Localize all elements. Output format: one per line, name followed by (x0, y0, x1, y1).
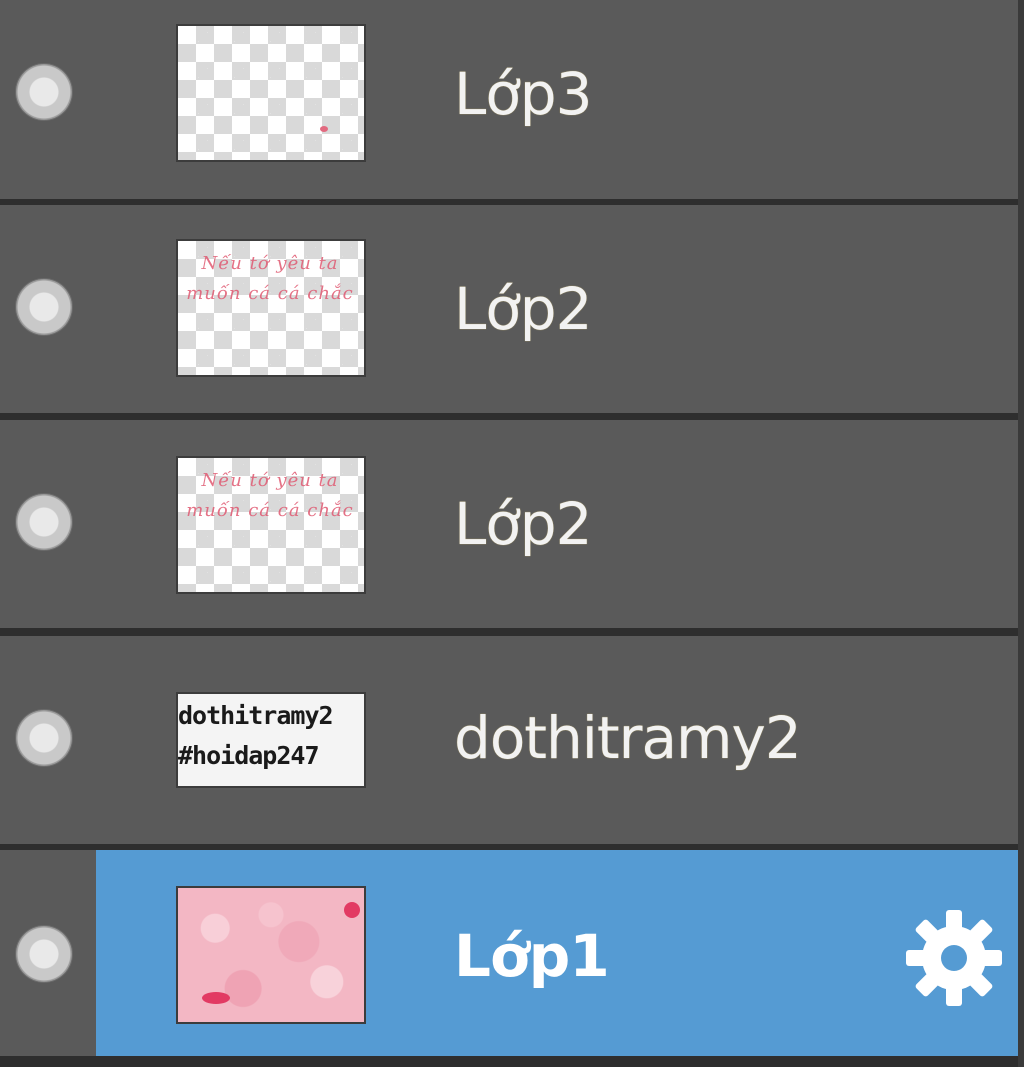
layer-visibility-toggle[interactable] (16, 494, 72, 550)
layer-visibility-toggle[interactable] (16, 279, 72, 335)
layer-thumbnail[interactable]: Nếu tớ yêu ta muốn cá cá chắc (176, 239, 366, 377)
layer-name[interactable]: Lớp3 (454, 60, 593, 128)
layer-name[interactable]: Lớp2 (454, 490, 593, 558)
layer-name[interactable]: Lớp2 (454, 275, 593, 343)
layer-thumbnail[interactable]: dothitramy2 #hoidap247 (176, 692, 366, 788)
thumbnail-handwriting: Nếu tớ yêu ta muốn cá cá chắc (186, 253, 354, 304)
layer-visibility-toggle[interactable] (16, 64, 72, 120)
layers-panel: Lớp3 Nếu tớ yêu ta muốn cá cá chắc Lớp2 … (0, 0, 1024, 1067)
layer-row-lop2[interactable]: Nếu tớ yêu ta muốn cá cá chắc Lớp2 (0, 205, 1018, 413)
thumbnail-mark (320, 126, 328, 132)
thumbnail-text-line-2: #hoidap247 (178, 741, 320, 770)
layer-row-lop1-selected[interactable]: Lớp1 (0, 850, 1018, 1056)
layer-row-dothitramy2[interactable]: dothitramy2 #hoidap247 dothitramy2 (0, 636, 1018, 844)
layer-thumbnail[interactable]: Nếu tớ yêu ta muốn cá cá chắc (176, 456, 366, 594)
thumbnail-handwriting: Nếu tớ yêu ta muốn cá cá chắc (186, 470, 354, 521)
layer-visibility-toggle[interactable] (16, 926, 72, 982)
layer-name[interactable]: dothitramy2 (454, 704, 802, 772)
thumbnail-text: dothitramy2 #hoidap247 (178, 696, 364, 776)
thumbnail-paint-spot (202, 992, 230, 1004)
layer-row-lop2-copy[interactable]: Nếu tớ yêu ta muốn cá cá chắc Lớp2 (0, 420, 1018, 628)
layer-name[interactable]: Lớp1 (454, 922, 610, 990)
thumbnail-text-line-1: dothitramy2 (178, 701, 334, 730)
thumbnail-paint-spot (344, 902, 360, 918)
layer-visibility-toggle[interactable] (16, 710, 72, 766)
layer-row-lop3[interactable]: Lớp3 (0, 0, 1018, 199)
layer-thumbnail[interactable] (176, 886, 366, 1024)
panel-right-edge (1018, 0, 1024, 1067)
gear-icon[interactable] (904, 908, 1004, 1008)
layer-thumbnail[interactable] (176, 24, 366, 162)
